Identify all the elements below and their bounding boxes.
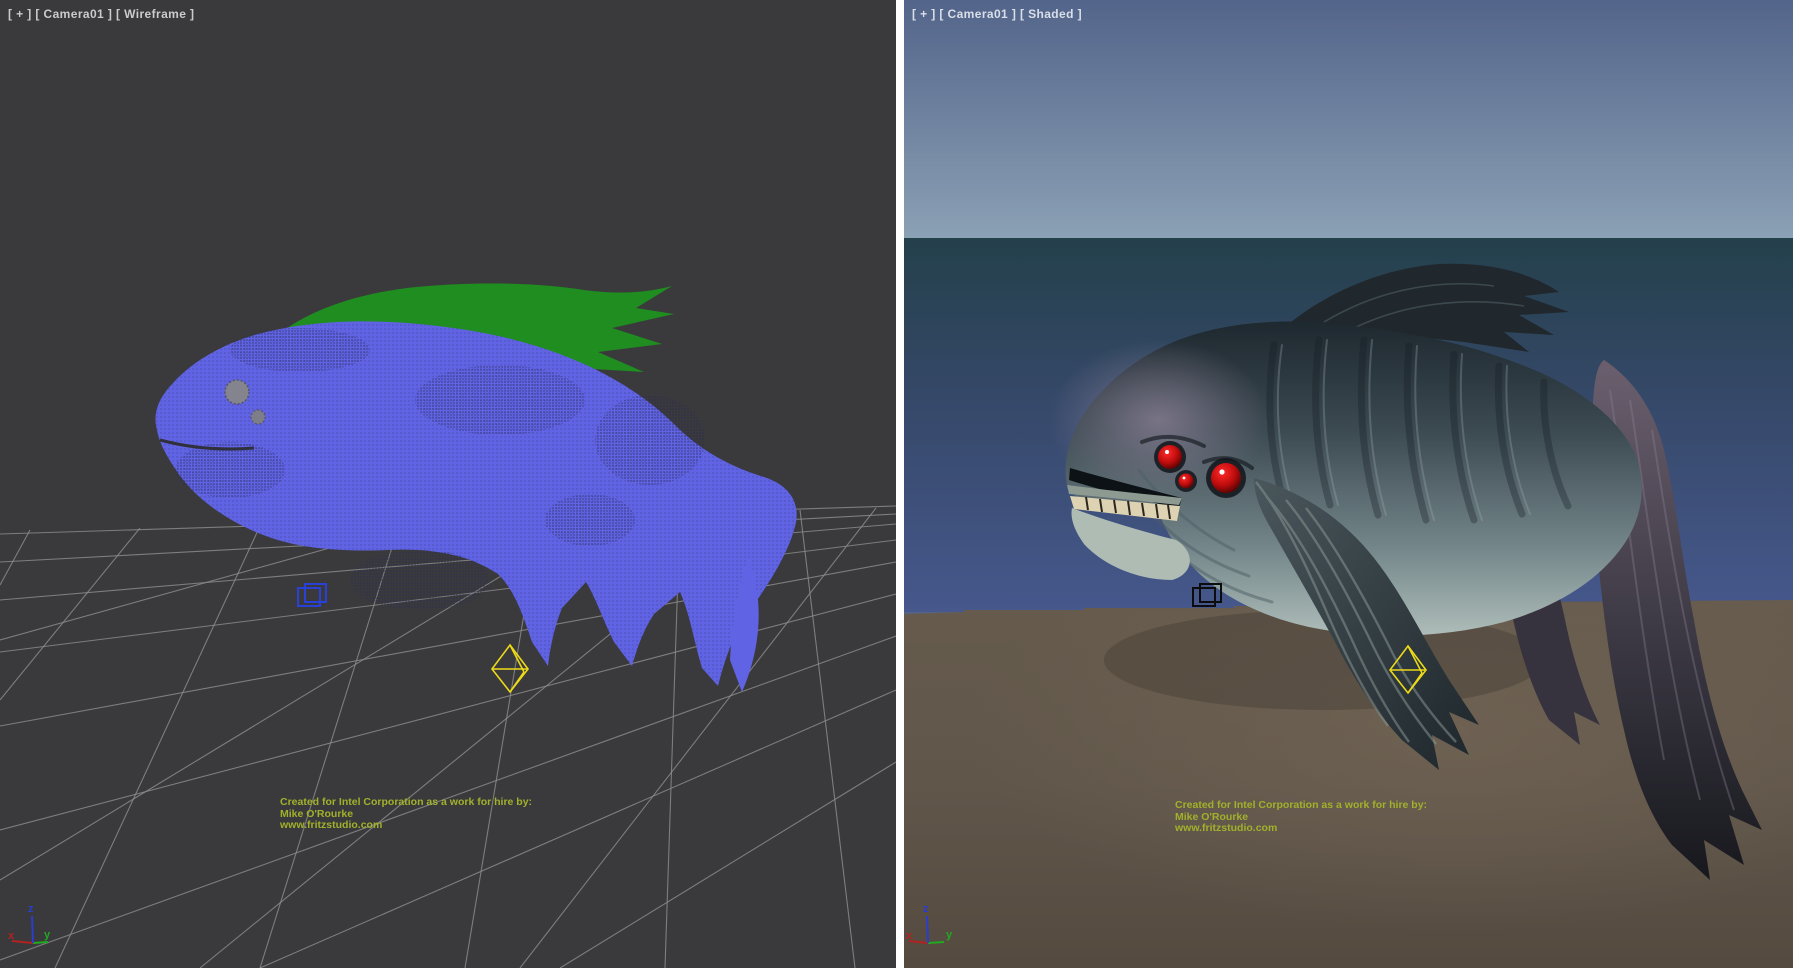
- viewport-label-left[interactable]: [ + ] [ Camera01 ] [ Wireframe ]: [8, 7, 194, 21]
- fish-eye-medium: [1158, 445, 1182, 469]
- watermark-line3: www.fritzstudio.com: [1175, 823, 1427, 835]
- fish-eye-small: [1179, 474, 1194, 489]
- viewport-label-right[interactable]: [ + ] [ Camera01 ] [ Shaded ]: [912, 7, 1082, 21]
- watermark-line1: Created for Intel Corporation as a work …: [280, 797, 532, 809]
- axis-z-label: z: [28, 903, 34, 915]
- left-viewport[interactable]: [ + ] [ Camera01 ] [ Wireframe ]: [0, 0, 896, 968]
- fish-eye-large-wireframe: [225, 380, 249, 404]
- watermark-line3: www.fritzstudio.com: [280, 820, 532, 832]
- watermark-right: Created for Intel Corporation as a work …: [1175, 800, 1427, 835]
- watermark-left: Created for Intel Corporation as a work …: [280, 797, 532, 832]
- axis-z-label: z: [923, 903, 929, 915]
- axis-x-label: x: [8, 930, 15, 942]
- fish-eye-large: [1211, 463, 1241, 493]
- eye-highlight-medium: [1165, 450, 1169, 454]
- eye-highlight-large: [1219, 469, 1224, 474]
- dual-viewport-canvas: [ + ] [ Camera01 ] [ Wireframe ]: [0, 0, 1800, 978]
- axis-tripod-left: x y z: [8, 903, 51, 943]
- watermark-line1: Created for Intel Corporation as a work …: [1175, 800, 1427, 812]
- fish-eye-small-wireframe: [251, 410, 265, 424]
- sky: [904, 0, 1793, 238]
- helper-diamond-left[interactable]: [492, 645, 528, 692]
- right-viewport[interactable]: [ + ] [ Camera01 ] [ Shaded ]: [904, 0, 1793, 968]
- eye-highlight-small: [1183, 477, 1186, 480]
- axis-x-label: x: [906, 930, 913, 942]
- selection-box-marker-left[interactable]: [298, 584, 326, 606]
- axis-y-label: y: [44, 929, 51, 941]
- axis-y-label: y: [946, 929, 953, 941]
